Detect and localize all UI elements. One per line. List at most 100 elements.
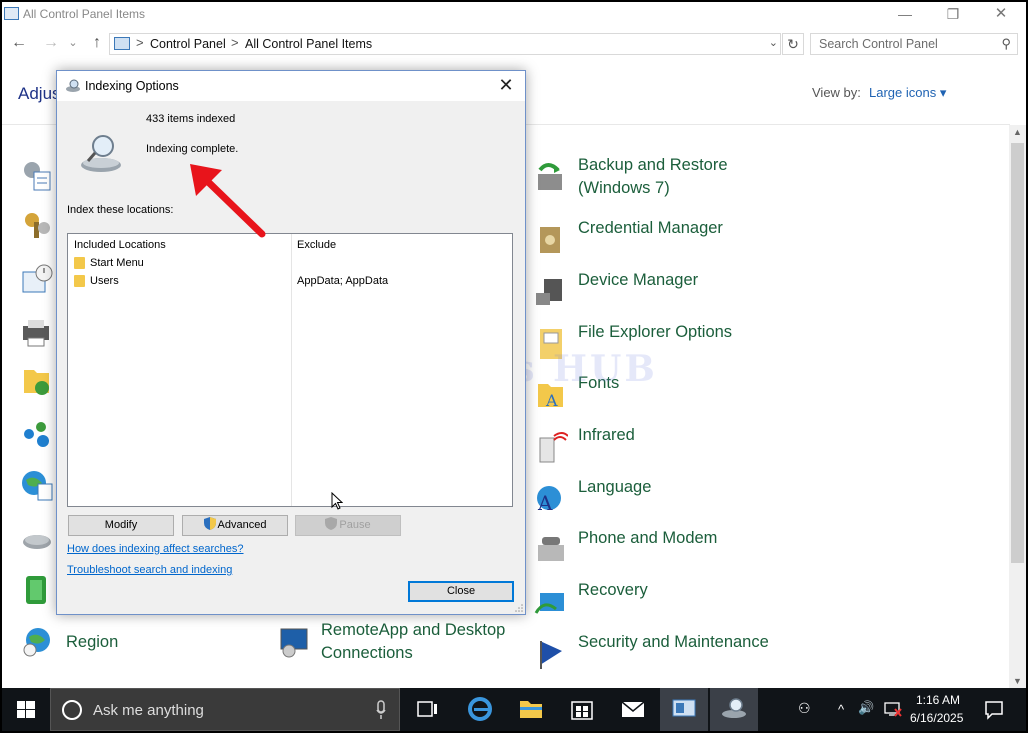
- vertical-scrollbar[interactable]: ▲ ▼: [1009, 125, 1026, 688]
- up-button[interactable]: ↑: [86, 33, 108, 55]
- breadcrumb-control-panel[interactable]: Control Panel: [150, 37, 226, 51]
- remoteapp-icon: [280, 628, 308, 658]
- action-center-icon[interactable]: [982, 698, 1006, 720]
- locations-table[interactable]: Included Locations Exclude Start Menu Us…: [67, 233, 513, 507]
- autoplay-keys-icon[interactable]: [20, 208, 54, 242]
- edge-browser-icon[interactable]: [456, 688, 504, 731]
- how-indexing-affects-link[interactable]: How does indexing affect searches?: [67, 543, 244, 555]
- control-panel-taskbar-icon[interactable]: [660, 688, 708, 731]
- indexing-options-taskbar-icon[interactable]: [710, 688, 758, 731]
- back-button[interactable]: ←: [8, 33, 30, 55]
- internet-options-icon[interactable]: [20, 468, 54, 502]
- administrative-tools-icon[interactable]: [20, 158, 54, 192]
- pause-button-label: Pause: [339, 519, 371, 531]
- indexing-magnifier-icon: [81, 135, 121, 172]
- cortana-icon: [62, 700, 82, 720]
- troubleshoot-link[interactable]: Troubleshoot search and indexing: [67, 564, 232, 576]
- cp-item-phone-modem[interactable]: Phone and Modem: [534, 527, 774, 575]
- cp-item-label: Device Manager: [578, 271, 699, 289]
- page-heading: Adjus: [18, 84, 61, 103]
- tray-overflow-icon[interactable]: ^: [838, 702, 844, 717]
- clock-time[interactable]: 1:16 AM: [916, 693, 960, 707]
- file-explorer-icon[interactable]: [507, 688, 555, 731]
- scrollbar-thumb[interactable]: [1011, 143, 1024, 563]
- window-title: All Control Panel Items: [23, 7, 146, 21]
- dialog-close-icon[interactable]: ✕: [495, 75, 517, 97]
- restore-button[interactable]: ❐: [930, 2, 976, 28]
- control-panel-icon: [4, 7, 19, 20]
- advanced-button[interactable]: Advanced: [182, 515, 288, 536]
- cp-item-security-maintenance[interactable]: Security and Maintenance: [534, 631, 794, 679]
- items-indexed-count: 433 items indexed: [146, 113, 236, 125]
- task-view-icon[interactable]: [403, 688, 451, 731]
- cp-item-label: Recovery: [578, 581, 648, 599]
- modify-button[interactable]: Modify: [68, 515, 174, 536]
- recent-dropdown-button[interactable]: ⌄: [62, 33, 84, 55]
- svg-text:A: A: [537, 491, 553, 515]
- mouse-icon[interactable]: [20, 524, 54, 558]
- cp-item-credential-manager[interactable]: Credential Manager: [534, 217, 774, 265]
- folder-icon: [74, 257, 85, 269]
- people-icon[interactable]: ⚇: [798, 700, 811, 717]
- device-manager-icon: [536, 279, 562, 305]
- cp-item-infrared[interactable]: Infrared: [534, 424, 774, 472]
- scroll-down-icon[interactable]: ▼: [1013, 676, 1022, 686]
- cp-item-label: Credential Manager: [578, 219, 723, 237]
- breadcrumb-separator: >: [231, 35, 239, 50]
- cp-item-label: Security and Maintenance: [578, 633, 769, 651]
- mail-icon[interactable]: [609, 688, 657, 731]
- svg-text:A: A: [545, 391, 558, 410]
- search-input[interactable]: Search Control Panel ⚲: [810, 33, 1018, 55]
- search-placeholder: Search Control Panel: [819, 37, 938, 51]
- phone-modem-icon: [538, 537, 564, 561]
- language-icon: A: [537, 486, 561, 515]
- table-row[interactable]: Start Menu: [74, 256, 504, 274]
- infrared-icon: [539, 432, 568, 463]
- cp-item-region[interactable]: Region: [20, 631, 180, 679]
- folder-icon: [74, 275, 85, 287]
- clock-date[interactable]: 6/16/2025: [910, 711, 963, 725]
- microphone-icon[interactable]: [376, 700, 386, 720]
- view-by-dropdown[interactable]: Large icons ▾: [869, 85, 946, 101]
- devices-printers-icon[interactable]: [20, 316, 54, 350]
- cp-item-remoteapp[interactable]: RemoteApp and Desktop Connections: [277, 619, 527, 667]
- cortana-search-box[interactable]: Ask me anything: [50, 688, 400, 731]
- refresh-button[interactable]: ↻: [782, 33, 804, 55]
- mouse-pointer-icon: [331, 492, 343, 510]
- forward-button[interactable]: →: [40, 33, 62, 55]
- column-header-exclude[interactable]: Exclude: [297, 239, 336, 251]
- search-icon[interactable]: ⚲: [1001, 36, 1011, 52]
- cp-item-device-manager[interactable]: Device Manager: [534, 269, 774, 317]
- resize-grip-icon[interactable]: [515, 604, 523, 612]
- table-row[interactable]: Users AppData; AppData: [74, 274, 504, 292]
- dialog-close-button[interactable]: Close: [408, 581, 514, 602]
- control-panel-location-icon: [114, 37, 130, 50]
- close-button[interactable]: ✕: [978, 2, 1024, 28]
- scroll-up-icon[interactable]: ▲: [1013, 127, 1022, 137]
- minimize-button[interactable]: —: [882, 2, 928, 28]
- file-history-icon[interactable]: [20, 364, 54, 398]
- cp-item-label: Region: [66, 633, 119, 651]
- power-options-icon[interactable]: [20, 572, 54, 606]
- breadcrumb-all-items[interactable]: All Control Panel Items: [245, 37, 372, 51]
- cp-item-label: Backup and Restore: [578, 156, 728, 174]
- column-header-included[interactable]: Included Locations: [74, 239, 166, 251]
- view-by-label: View by:: [812, 85, 861, 100]
- address-dropdown-icon[interactable]: ⌄: [769, 36, 778, 49]
- dialog-title: Indexing Options: [85, 79, 179, 93]
- cp-item-backup-restore[interactable]: Backup and Restore (Windows 7): [534, 154, 794, 202]
- breadcrumb-separator: >: [136, 35, 144, 50]
- pause-button[interactable]: Pause: [295, 515, 401, 536]
- cp-item-language[interactable]: A Language: [534, 476, 774, 524]
- network-icon[interactable]: [884, 701, 902, 717]
- homegroup-icon[interactable]: [20, 418, 54, 452]
- volume-icon[interactable]: 🔊: [858, 700, 874, 716]
- date-time-icon[interactable]: [20, 262, 54, 296]
- uac-shield-icon: [203, 517, 216, 530]
- cp-item-recovery[interactable]: Recovery: [534, 579, 774, 627]
- cp-item-label: Phone and Modem: [578, 529, 718, 547]
- recovery-icon: [534, 593, 564, 614]
- address-bar[interactable]: > Control Panel > All Control Panel Item…: [109, 33, 781, 55]
- store-icon[interactable]: [558, 688, 606, 731]
- windows-start-icon[interactable]: [2, 688, 50, 731]
